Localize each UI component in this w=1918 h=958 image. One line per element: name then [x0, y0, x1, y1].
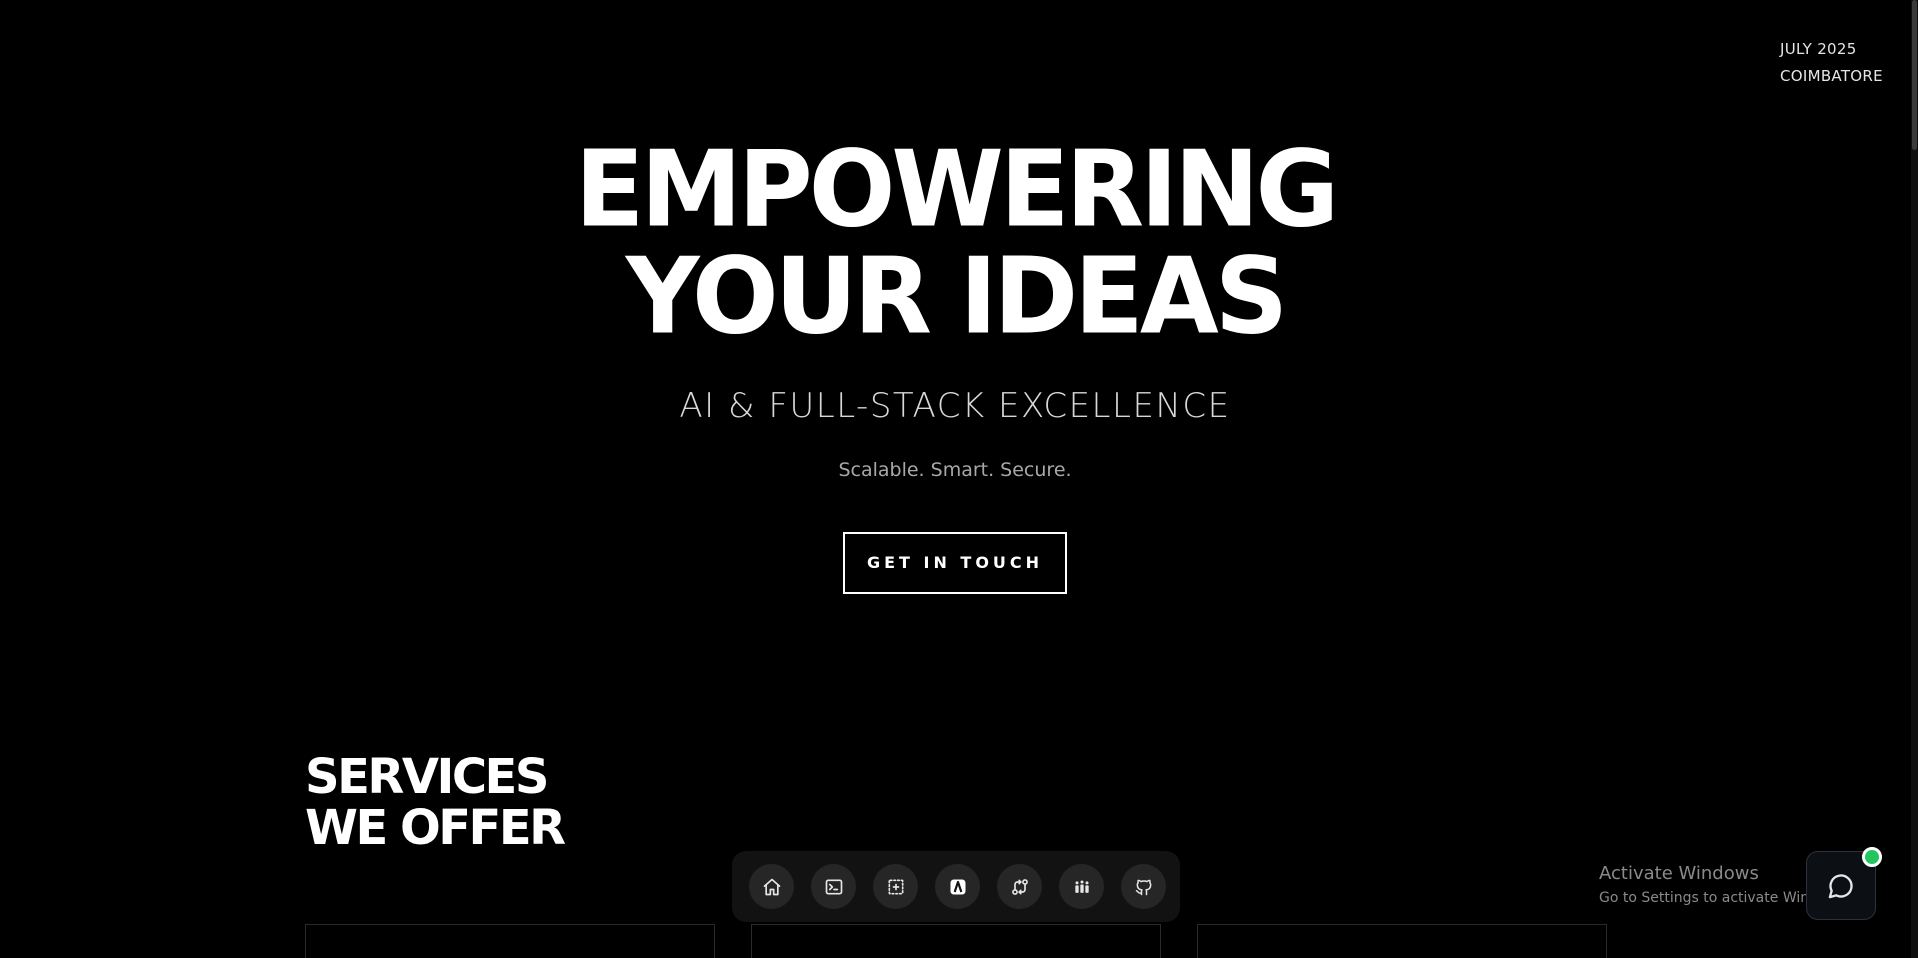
date-label: JULY 2025 [1780, 40, 1857, 58]
online-status-dot [1862, 847, 1882, 867]
location-label: COIMBATORE [1780, 67, 1883, 85]
service-card[interactable] [305, 924, 715, 958]
header-meta: JULY 2025 COIMBATORE [1780, 36, 1883, 90]
home-icon [763, 878, 780, 895]
dock-terminal-button[interactable] [811, 864, 856, 909]
service-card[interactable] [751, 924, 1161, 958]
service-card[interactable] [1197, 924, 1607, 958]
hero-title-line-2: YOUR IDEAS [625, 235, 1289, 359]
dock-github-button[interactable] [1121, 864, 1166, 909]
team-icon [1074, 880, 1089, 893]
page: JULY 2025 COIMBATORE EMPOWERING YOUR IDE… [0, 0, 1918, 958]
get-in-touch-button[interactable]: GET IN TOUCH [843, 532, 1067, 594]
dock-home-button[interactable] [749, 864, 794, 909]
git-compare-icon [1011, 878, 1028, 895]
hero-subtitle: AI & FULL-STACK EXCELLENCE [679, 386, 1231, 426]
services-heading-line-2: WE OFFER [305, 800, 566, 856]
dock-brand-button[interactable] [935, 864, 980, 909]
hero-title: EMPOWERING YOUR IDEAS [0, 128, 1910, 359]
github-icon [1135, 879, 1151, 895]
floating-dock [732, 851, 1180, 922]
dock-team-button[interactable] [1059, 864, 1104, 909]
dock-compare-button[interactable] [997, 864, 1042, 909]
hero-section: EMPOWERING YOUR IDEAS AI & FULL-STACK EX… [0, 128, 1910, 594]
hero-title-line-1: EMPOWERING [574, 128, 1339, 252]
scrollbar-thumb[interactable] [1912, 0, 1917, 150]
brand-logo-icon [950, 879, 965, 894]
focus-add-icon [888, 879, 903, 894]
services-heading: SERVICES WE OFFER [305, 749, 566, 856]
chat-bubble-icon [1828, 873, 1853, 898]
terminal-icon [825, 879, 842, 894]
dock-focus-button[interactable] [873, 864, 918, 909]
hero-tagline: Scalable. Smart. Secure. [838, 459, 1072, 481]
services-heading-line-1: SERVICES [305, 749, 549, 805]
vertical-scrollbar[interactable] [1911, 0, 1918, 958]
